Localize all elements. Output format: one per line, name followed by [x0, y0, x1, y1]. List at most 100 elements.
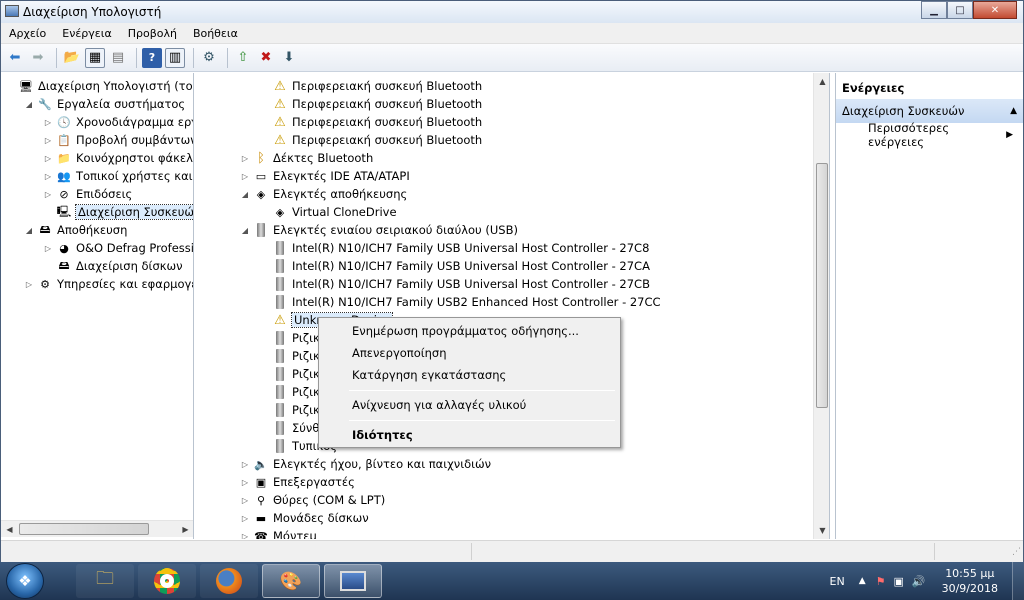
expand-arrow-icon[interactable]: ▷ [43, 136, 53, 145]
device-tree-item[interactable]: ⚠ Περιφερειακή συσκευή Bluetooth [259, 95, 482, 113]
export-list-icon[interactable]: ▤ [108, 48, 128, 68]
menu-action[interactable]: Ενέργεια [54, 27, 119, 40]
scroll-up-icon[interactable]: ▲ [814, 73, 829, 90]
device-tree-item[interactable]: ▷ 🔈 Ελεγκτές ήχου, βίντεο και παιχνιδιών [240, 455, 491, 473]
taskbar-computer-management[interactable] [324, 564, 382, 598]
device-tree-item[interactable]: Intel(R) N10/ICH7 Family USB Universal H… [259, 239, 649, 257]
taskbar-explorer[interactable]: 🗀 [76, 564, 134, 598]
expand-arrow-icon[interactable]: ▷ [43, 154, 53, 163]
console-tree-item[interactable]: ▷ 🕓 Χρονοδιάγραμμα εργασ [43, 113, 193, 131]
scan-hardware-icon[interactable]: ⚙ [199, 48, 219, 68]
clock[interactable]: 10:55 μμ 30/9/2018 [942, 566, 998, 596]
console-tree-item[interactable]: 🖳 Διαχείριση Συσκευών [43, 203, 193, 221]
update-driver-icon[interactable]: ⇧ [233, 48, 253, 68]
collapse-arrow-icon[interactable]: ◢ [240, 226, 250, 235]
context-update-driver[interactable]: Ενημέρωση προγράμματος οδήγησης... [322, 320, 617, 342]
expand-arrow-icon[interactable]: ▷ [24, 280, 34, 289]
scroll-down-icon[interactable]: ▼ [814, 522, 829, 539]
expand-arrow-icon[interactable]: ▷ [240, 496, 250, 505]
scroll-right-icon[interactable]: ▶ [177, 521, 193, 538]
context-scan-hardware[interactable]: Ανίχνευση για αλλαγές υλικού [322, 394, 617, 416]
menu-view[interactable]: Προβολή [120, 27, 185, 40]
expand-arrow-icon[interactable]: ▷ [240, 154, 250, 163]
tree-item-label: Μονάδες δίσκων [273, 511, 369, 525]
device-tree-item[interactable]: ▷ ᛒ Δέκτες Bluetooth [240, 149, 373, 167]
tree-item-label: Ελεγκτές ενιαίου σειριακού διαύλου (USB) [273, 223, 518, 237]
console-tree-item[interactable]: 🖥 Διαχείριση Υπολογιστή (τοπικ [5, 77, 193, 95]
device-tree-item[interactable]: ▷ ▬ Μονάδες δίσκων [240, 509, 369, 527]
show-desktop-button[interactable] [1012, 562, 1024, 600]
menu-help[interactable]: Βοήθεια [185, 27, 246, 40]
expand-arrow-icon[interactable]: ▷ [43, 172, 53, 181]
expand-arrow-icon[interactable]: ▷ [240, 460, 250, 469]
device-tree-item[interactable]: ◢ Ελεγκτές ενιαίου σειριακού διαύλου (USB… [240, 221, 518, 239]
device-tree-item[interactable]: ▷ ☎ Μόντεμ [240, 527, 317, 539]
left-horizontal-scrollbar[interactable]: ◀ ▶ [1, 520, 193, 538]
left-scroll-thumb[interactable] [19, 523, 149, 535]
taskbar-chrome[interactable] [138, 564, 196, 598]
console-tree-item[interactable]: ▷ ◕ O&O Defrag Profession [43, 239, 193, 257]
expand-arrow-icon[interactable]: ▷ [240, 478, 250, 487]
context-uninstall[interactable]: Κατάργηση εγκατάστασης [322, 364, 617, 386]
device-tree-item[interactable]: ◢ ◈ Ελεγκτές αποθήκευσης [240, 185, 407, 203]
help-icon[interactable]: ? [142, 47, 162, 68]
device-tree-item[interactable]: Intel(R) N10/ICH7 Family USB2 Enhanced H… [259, 293, 661, 311]
back-arrow-icon[interactable]: ⬅ [5, 48, 25, 68]
device-tree-item[interactable]: ⚠ Περιφερειακή συσκευή Bluetooth [259, 77, 482, 95]
context-disable[interactable]: Απενεργοποίηση [322, 342, 617, 364]
start-button[interactable]: ❖ [6, 563, 44, 599]
show-hidden-icons-icon[interactable]: ▲ [859, 576, 866, 586]
expand-arrow-icon[interactable]: ▷ [43, 190, 53, 199]
console-tree-item[interactable]: ◢ 🖴 Αποθήκευση [24, 221, 127, 239]
collapse-arrow-icon[interactable]: ◢ [24, 100, 34, 109]
console-tree-item[interactable]: ▷ 📁 Κοινόχρηστοι φάκελοι [43, 149, 193, 167]
action-center-icon[interactable]: ⚑ [876, 575, 886, 588]
title-bar[interactable]: Διαχείριση Υπολογιστή ▁ □ ✕ [1, 1, 1023, 23]
device-tree-item[interactable]: ⚠ Περιφερειακή συσκευή Bluetooth [259, 131, 482, 149]
expand-arrow-icon[interactable]: ▷ [240, 532, 250, 540]
scroll-left-icon[interactable]: ◀ [1, 521, 18, 538]
close-button[interactable]: ✕ [973, 1, 1017, 19]
device-tree-item[interactable]: ◈ Virtual CloneDrive [259, 203, 397, 221]
collapse-arrow-icon[interactable]: ◢ [240, 190, 250, 199]
console-tree-item[interactable]: ▷ 📋 Προβολή συμβάντων [43, 131, 193, 149]
device-tree-item[interactable]: ▷ ▣ Επεξεργαστές [240, 473, 355, 491]
console-tree-item[interactable]: 🖴 Διαχείριση δίσκων [43, 257, 182, 275]
expand-arrow-icon[interactable]: ▷ [240, 172, 250, 181]
device-tree-item[interactable]: ▷ ⚲ Θύρες (COM & LPT) [240, 491, 385, 509]
up-folder-icon[interactable]: 📂 [62, 48, 82, 68]
device-tree-item[interactable]: ▷ ▭ Ελεγκτές IDE ATA/ATAPI [240, 167, 410, 185]
show-hide-tree-icon[interactable]: ▦ [85, 47, 105, 68]
more-actions-item[interactable]: Περισσότερες ενέργειες ▶ [836, 121, 1023, 149]
device-tree-item[interactable]: Intel(R) N10/ICH7 Family USB Universal H… [259, 257, 650, 275]
collapse-triangle-icon[interactable]: ▲ [1010, 106, 1017, 116]
expand-arrow-icon[interactable]: ▷ [240, 514, 250, 523]
device-tree-item[interactable]: Intel(R) N10/ICH7 Family USB Universal H… [259, 275, 650, 293]
expand-arrow-icon[interactable]: ▷ [43, 244, 53, 253]
taskbar-paint[interactable]: 🎨 [262, 564, 320, 598]
uninstall-device-icon[interactable]: ✖ [256, 48, 276, 68]
console-tree-item[interactable]: ◢ 🔧 Εργαλεία συστήματος [24, 95, 185, 113]
collapse-arrow-icon[interactable]: ◢ [24, 226, 34, 235]
console-tree-item[interactable]: ▷ 👥 Τοπικοί χρήστες και ομ [43, 167, 193, 185]
console-tree-item[interactable]: ▷ ⊘ Επιδόσεις [43, 185, 132, 203]
menu-file[interactable]: Αρχείο [1, 27, 54, 40]
expand-arrow-icon[interactable]: ▷ [43, 118, 53, 127]
maximize-button[interactable]: □ [947, 1, 973, 19]
taskbar-firefox[interactable] [200, 564, 258, 598]
tree-item-label: Υπηρεσίες και εφαρμογές [57, 277, 194, 291]
device-icon[interactable]: ▣ [893, 575, 903, 588]
disable-device-icon[interactable]: ⬇ [279, 48, 299, 68]
show-hide-action-pane-icon[interactable]: ▥ [165, 47, 185, 68]
language-indicator[interactable]: EN [830, 575, 845, 588]
device-scroll-thumb[interactable] [816, 163, 828, 408]
device-tree-item[interactable]: ⚠ Περιφερειακή συσκευή Bluetooth [259, 113, 482, 131]
minimize-button[interactable]: ▁ [921, 1, 947, 19]
resize-grip-icon[interactable]: ⋰ [1012, 547, 1021, 557]
actions-section-device-manager[interactable]: Διαχείριση Συσκευών ▲ [836, 99, 1023, 123]
context-properties[interactable]: Ιδιότητες [322, 424, 617, 446]
device-vertical-scrollbar[interactable]: ▲ ▼ [813, 73, 829, 539]
console-tree-item[interactable]: ▷ ⚙ Υπηρεσίες και εφαρμογές [24, 275, 194, 293]
forward-arrow-icon[interactable]: ➡ [28, 48, 48, 68]
volume-icon[interactable]: 🔊 [912, 575, 926, 588]
